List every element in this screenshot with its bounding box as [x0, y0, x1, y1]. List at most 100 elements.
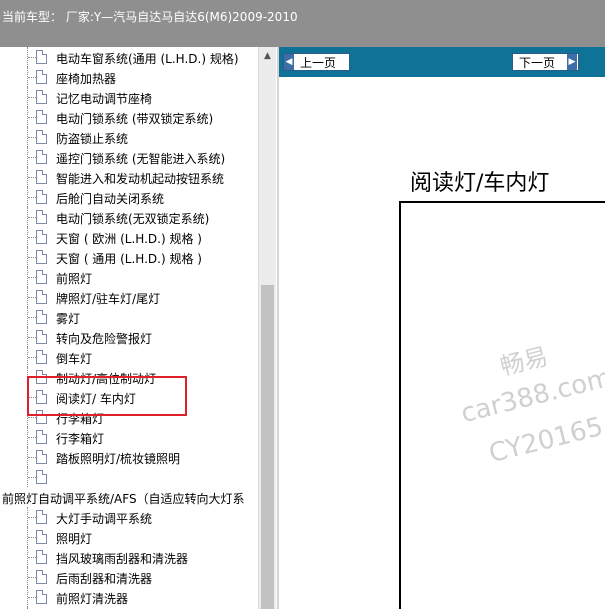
tree-connector — [28, 217, 36, 218]
tree-item[interactable]: 智能进入和发动机起动按钮系统 — [0, 167, 258, 187]
tree-item-label: 电动门锁系统 (带双锁定系统) — [56, 112, 214, 126]
tree-connector — [28, 157, 36, 158]
tree-item[interactable]: 座椅加热器 — [0, 67, 258, 87]
tree-item[interactable]: 遥控门锁系统 (无智能进入系统) — [0, 147, 258, 167]
tree-connector — [28, 477, 36, 478]
tree-item-label: 遥控门锁系统 (无智能进入系统) — [56, 152, 226, 166]
next-page-button[interactable]: 下一页 ▶ — [512, 53, 579, 71]
document-icon — [36, 550, 47, 564]
tree-item[interactable]: 雾灯 — [0, 307, 258, 327]
tree-item-label: 智能进入和发动机起动按钮系统 — [56, 172, 225, 186]
tree-connector — [28, 97, 36, 98]
document-icon — [36, 130, 47, 144]
document-icon — [36, 290, 47, 304]
tree-scrollbar[interactable]: ▲ — [258, 47, 276, 609]
tree-item[interactable]: 行李箱灯 — [0, 427, 258, 447]
tree-connector — [28, 517, 36, 518]
tree-item-label: 雾灯 — [56, 312, 81, 326]
tree-item[interactable]: 倒车灯 — [0, 347, 258, 367]
tree-connector — [28, 57, 36, 58]
tree-connector — [28, 137, 36, 138]
prev-page-button[interactable]: ◀ 上一页 — [283, 53, 350, 71]
tree-connector — [28, 577, 36, 578]
tree-item[interactable] — [0, 467, 258, 487]
document-icon — [36, 90, 47, 104]
app-header: 当前车型： 厂家:Y—汽马自达马自达6(M6)2009-2010 — [0, 0, 605, 47]
tree-connector — [28, 557, 36, 558]
tree-item[interactable]: 电动门锁系统(无双锁定系统) — [0, 207, 258, 227]
tree-item[interactable]: 记忆电动调节座椅 — [0, 87, 258, 107]
document-icon — [36, 470, 47, 484]
tree-item-label: 前照灯 — [56, 272, 93, 286]
tree-connector — [28, 177, 36, 178]
tree-item[interactable]: 大灯手动调平系统 — [0, 507, 258, 527]
tree-item[interactable]: 照明灯 — [0, 527, 258, 547]
document-icon — [36, 450, 47, 464]
tree-item[interactable]: 防盗锁止系统 — [0, 127, 258, 147]
content-panel: ◀ 上一页 下一页 ▶ 阅读灯/车内灯 — [277, 47, 605, 609]
vehicle-label: 当前车型： 厂家:Y—汽马自达马自达6(M6)2009-2010 — [2, 10, 298, 24]
document-icon — [36, 330, 47, 344]
tree-connector — [28, 437, 36, 438]
document-icon — [36, 250, 47, 264]
tree-item[interactable]: 电动车窗系统(通用 (L.H.D.) 规格) — [0, 47, 258, 67]
tree-item-label: 后雨刮器和清洗器 — [56, 572, 153, 586]
tree-connector — [28, 237, 36, 238]
tree-connector — [28, 197, 36, 198]
tree-connector — [28, 297, 36, 298]
document-icon — [36, 510, 47, 524]
next-page-label: 下一页 — [519, 55, 556, 70]
tree-item-label: 后舱门自动关闭系统 — [56, 192, 165, 206]
arrow-left-icon: ◀ — [284, 54, 294, 70]
selection-highlight-box — [27, 376, 187, 416]
tree-item[interactable]: 挡风玻璃雨刮器和清洗器 — [0, 547, 258, 567]
tree-folder[interactable]: 前照灯自动调平系统/AFS（自适应转向大灯系 — [0, 487, 276, 507]
tree-connector — [28, 357, 36, 358]
tree-item-label: 挡风玻璃雨刮器和清洗器 — [56, 552, 189, 566]
tree-item-label: 防盗锁止系统 — [56, 132, 129, 146]
tree-item[interactable]: 前照灯 — [0, 267, 258, 287]
document-icon — [36, 570, 47, 584]
tree-item[interactable]: 天窗 ( 通用 (L.H.D.) 规格 ) — [0, 247, 258, 267]
tree-folder-label: 前照灯自动调平系统/AFS（自适应转向大灯系 — [2, 492, 245, 506]
tree-item-label: 记忆电动调节座椅 — [56, 92, 153, 106]
prev-page-label: 上一页 — [300, 55, 337, 70]
tree-item[interactable]: 牌照灯/驻车灯/尾灯 — [0, 287, 258, 307]
tree-item-label: 电动车窗系统(通用 (L.H.D.) 规格) — [56, 52, 239, 66]
tree-item[interactable]: 电动门锁系统 (带双锁定系统) — [0, 107, 258, 127]
tree-panel[interactable]: 电动车窗系统(通用 (L.H.D.) 规格) 座椅加热器记忆电动调节座椅电动门锁系… — [0, 47, 276, 609]
tree-item-label: 座椅加热器 — [56, 72, 117, 86]
tree-connector — [28, 597, 36, 598]
tree-connector — [28, 337, 36, 338]
tree-connector — [28, 77, 36, 78]
tree-item-label: 踏板照明灯/梳妆镜照明 — [56, 452, 181, 466]
scroll-up-arrow-icon[interactable]: ▲ — [259, 47, 276, 64]
tree-item-label: 牌照灯/驻车灯/尾灯 — [56, 292, 161, 306]
document-icon — [36, 350, 47, 364]
tree-item-label: 前照灯清洗器 — [56, 592, 129, 606]
tree-item[interactable]: 天窗 ( 欧洲 (L.H.D.) 规格 ) — [0, 227, 258, 247]
scroll-thumb[interactable] — [261, 285, 274, 609]
tree-item[interactable]: 后雨刮器和清洗器 — [0, 567, 258, 587]
tree-item-label: 转向及危险警报灯 — [56, 332, 153, 346]
tree-item-label: 大灯手动调平系统 — [56, 512, 153, 526]
tree-item-label: 天窗 ( 通用 (L.H.D.) 规格 ) — [56, 252, 202, 266]
document-icon — [36, 270, 47, 284]
document-icon — [36, 110, 47, 124]
document-icon — [36, 70, 47, 84]
page-nav-bar: ◀ 上一页 下一页 ▶ — [279, 47, 605, 77]
tree-item-label: 天窗 ( 欧洲 (L.H.D.) 规格 ) — [56, 232, 202, 246]
tree-connector — [28, 417, 36, 418]
tree-item[interactable]: 踏板照明灯/梳妆镜照明 — [0, 447, 258, 467]
tree-item-label: 倒车灯 — [56, 352, 93, 366]
document-icon — [36, 150, 47, 164]
document-icon — [36, 170, 47, 184]
tree-connector — [28, 117, 36, 118]
tree-connector — [28, 457, 36, 458]
tree-item[interactable]: 后舱门自动关闭系统 — [0, 187, 258, 207]
tree-connector — [28, 317, 36, 318]
tree-item-label: 电动门锁系统(无双锁定系统) — [56, 212, 210, 226]
arrow-right-icon: ▶ — [567, 54, 577, 70]
tree-item[interactable]: 前照灯清洗器 — [0, 587, 258, 607]
tree-item[interactable]: 转向及危险警报灯 — [0, 327, 258, 347]
